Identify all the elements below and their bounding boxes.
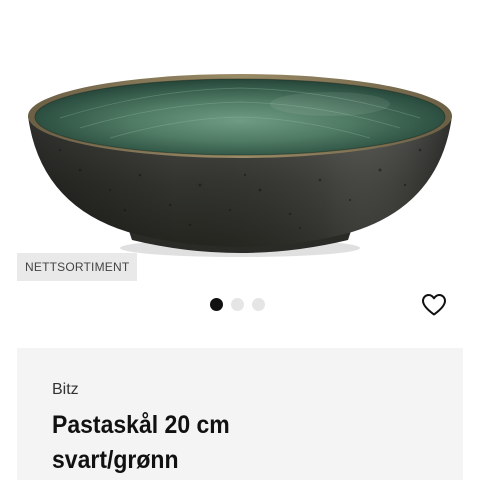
carousel-dot-3[interactable] bbox=[252, 298, 265, 311]
product-title: Pastaskål 20 cm svart/grønn bbox=[52, 408, 402, 478]
carousel-dot-1[interactable] bbox=[210, 298, 223, 311]
product-title-line-2: svart/grønn bbox=[52, 446, 179, 474]
favorite-button[interactable] bbox=[419, 290, 449, 320]
carousel-dot-2[interactable] bbox=[231, 298, 244, 311]
product-page: NETTSORTIMENT Bitz Pastaskål 20 cm svart… bbox=[0, 0, 480, 480]
heart-outline-icon bbox=[422, 294, 446, 316]
product-info-panel: Bitz Pastaskål 20 cm svart/grønn bbox=[17, 348, 463, 480]
product-image[interactable] bbox=[0, 0, 480, 270]
image-carousel-dots bbox=[210, 298, 265, 311]
product-title-line-1: Pastaskål 20 cm bbox=[52, 411, 230, 439]
product-brand[interactable]: Bitz bbox=[52, 381, 79, 399]
nettsortiment-badge: NETTSORTIMENT bbox=[17, 253, 138, 281]
